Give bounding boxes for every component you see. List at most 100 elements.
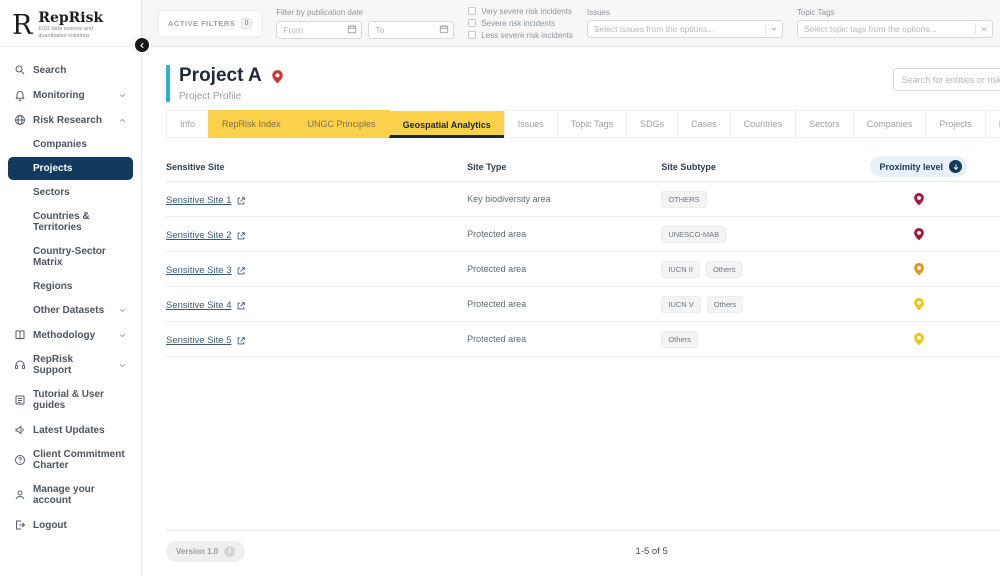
tab-issues[interactable]: Issues (503, 110, 558, 138)
sidebar-item-regions[interactable]: Regions (8, 275, 133, 298)
sidebar-item-logout[interactable]: Logout (8, 513, 133, 537)
external-link-icon (236, 266, 246, 276)
sensitive-site-link[interactable]: Sensitive Site 3 (166, 265, 246, 276)
tab-topic-tags[interactable]: Topic Tags (556, 110, 628, 138)
checkbox-less-severe[interactable]: Less severe risk incidents (468, 31, 573, 40)
topic-tags-select[interactable]: Select topic tags from the options... (796, 20, 993, 38)
logout-icon (14, 519, 26, 531)
tab-sectors[interactable]: Sectors (795, 110, 854, 138)
proximity-level-sort-button[interactable]: Proximity level (870, 156, 967, 177)
sidebar-item-companies[interactable]: Companies (8, 133, 133, 156)
chevron-down-icon (976, 25, 992, 33)
page-title: Project A (179, 65, 262, 86)
book-icon (14, 329, 26, 341)
entity-search-input[interactable] (892, 68, 1000, 91)
chevron-up-icon (118, 116, 127, 125)
location-pin-icon (270, 69, 285, 84)
site-link-label: Sensitive Site 4 (166, 300, 232, 311)
checkbox-icon (468, 31, 477, 39)
chevron-down-icon (118, 91, 127, 100)
table-row: Sensitive Site 4 Protected area IUCN V Ot… (166, 287, 1000, 322)
title-accent-bar (166, 65, 170, 102)
sidebar-item-sectors[interactable]: Sectors (8, 181, 133, 204)
tab-cases[interactable]: Cases (677, 110, 731, 138)
issues-placeholder: Select issues from the options... (593, 24, 715, 34)
site-link-label: Sensitive Site 5 (166, 335, 232, 346)
app-window: R RepRisk ESG data science and quantitat… (0, 0, 1000, 576)
tab-projects[interactable]: Projects (925, 110, 986, 138)
issues-filter: Issues Select issues from the options... (586, 8, 783, 38)
version-badge[interactable]: Version 1.0 i (166, 541, 246, 562)
sidebar-item-country-sector-matrix[interactable]: Country-Sector Matrix (8, 240, 133, 274)
sidebar-item-label: Risk Research (33, 114, 102, 126)
sidebar-item-projects[interactable]: Projects (8, 157, 133, 180)
user-icon (14, 489, 26, 501)
site-subtype-chip: IUCN II (661, 260, 700, 278)
bell-icon (14, 89, 26, 101)
tab-countries[interactable]: Countries (729, 110, 797, 138)
site-subtype-chip: Others (705, 260, 743, 278)
site-subtype-chip: UNESCO-MAB (661, 225, 727, 243)
guide-icon (14, 394, 26, 406)
tab-sdgs[interactable]: SDGs (626, 110, 679, 138)
headset-icon (14, 359, 26, 371)
sensitive-site-link[interactable]: Sensitive Site 1 (166, 195, 246, 206)
site-subtype-chip: Others (706, 295, 744, 313)
brand-tagline-2: quantitative solutions (38, 33, 90, 39)
active-filters-button[interactable]: ACTIVE FILTERS 0 (158, 9, 263, 37)
site-type-cell: Protected area (467, 334, 527, 344)
sidebar-item-reprisk-support[interactable]: RepRisk Support (8, 348, 133, 382)
sidebar-item-manage-account[interactable]: Manage your account (8, 478, 133, 512)
sidebar-item-latest-updates[interactable]: Latest Updates (8, 418, 133, 442)
sidebar-item-client-commitment-charter[interactable]: Client Commitment Charter (8, 443, 133, 477)
site-type-cell: Protected area (467, 229, 527, 239)
sidebar-item-methodology[interactable]: Methodology (8, 323, 133, 347)
sensitive-site-link[interactable]: Sensitive Site 4 (166, 300, 246, 311)
sidebar-item-risk-research[interactable]: Risk Research (8, 108, 133, 132)
proximity-pin-icon (912, 297, 926, 311)
date-from-input[interactable] (276, 20, 363, 39)
tab-reprisk-index[interactable]: RepRisk Index (208, 110, 295, 138)
sensitive-site-link[interactable]: Sensitive Site 2 (166, 230, 246, 241)
checkbox-very-severe[interactable]: Very severe risk incidents (468, 7, 573, 16)
sidebar-item-label: Companies (33, 139, 87, 150)
tab-info[interactable]: Info (166, 110, 210, 138)
tab-ngos[interactable]: NGOs (984, 110, 1000, 138)
sidebar-item-countries-territories[interactable]: Countries & Territories (8, 205, 133, 239)
checkbox-label: Very severe risk incidents (481, 6, 572, 16)
proximity-pin-icon (912, 192, 926, 206)
external-link-icon (236, 301, 246, 311)
question-circle-icon (14, 454, 26, 466)
external-link-icon (236, 336, 246, 346)
site-link-label: Sensitive Site 3 (166, 265, 232, 276)
tab-ungc-principles[interactable]: UNGC Principles (293, 110, 390, 138)
sidebar-item-label: Regions (33, 281, 73, 292)
topic-tags-filter: Topic Tags Select topic tags from the op… (796, 8, 993, 38)
site-type-cell: Protected area (467, 264, 527, 274)
table-row: Sensitive Site 2 Protected area UNESCO-M… (166, 217, 1000, 252)
publication-date-label: Filter by publication date (276, 7, 363, 17)
sidebar-item-label: Countries & Territories (33, 211, 90, 233)
sidebar-item-other-datasets[interactable]: Other Datasets (8, 299, 133, 322)
sensitive-site-link[interactable]: Sensitive Site 5 (166, 335, 246, 346)
proximity-pin-icon (912, 332, 926, 346)
filter-bar: ACTIVE FILTERS 0 Filter by publication d… (142, 0, 1000, 47)
tab-companies[interactable]: Companies (852, 110, 927, 138)
profile-tabs: Info RepRisk Index UNGC Principles Geosp… (166, 110, 1000, 138)
sidebar-item-search[interactable]: Search (8, 58, 133, 82)
checkbox-severe[interactable]: Severe risk incidents (468, 19, 573, 28)
pagination-range: 1-5 of 5 (635, 546, 668, 557)
sidebar-collapse-button[interactable] (133, 36, 151, 54)
tab-geospatial-analytics[interactable]: Geospatial Analytics (388, 110, 505, 138)
sidebar-item-monitoring[interactable]: Monitoring (8, 83, 133, 107)
proximity-pin-icon (912, 262, 926, 276)
page-header: Project A Project Profile Search (166, 65, 1000, 102)
brand-logo[interactable]: R RepRisk ESG data science and quantitat… (0, 0, 141, 47)
info-icon: i (224, 546, 236, 557)
sidebar-item-label: Logout (33, 519, 67, 531)
date-to-input[interactable] (368, 20, 455, 39)
chevron-down-icon (118, 306, 127, 315)
sidebar-item-tutorial-user-guides[interactable]: Tutorial & User guides (8, 383, 133, 417)
issues-select[interactable]: Select issues from the options... (586, 20, 783, 38)
site-type-cell: Key biodiversity area (467, 194, 551, 204)
